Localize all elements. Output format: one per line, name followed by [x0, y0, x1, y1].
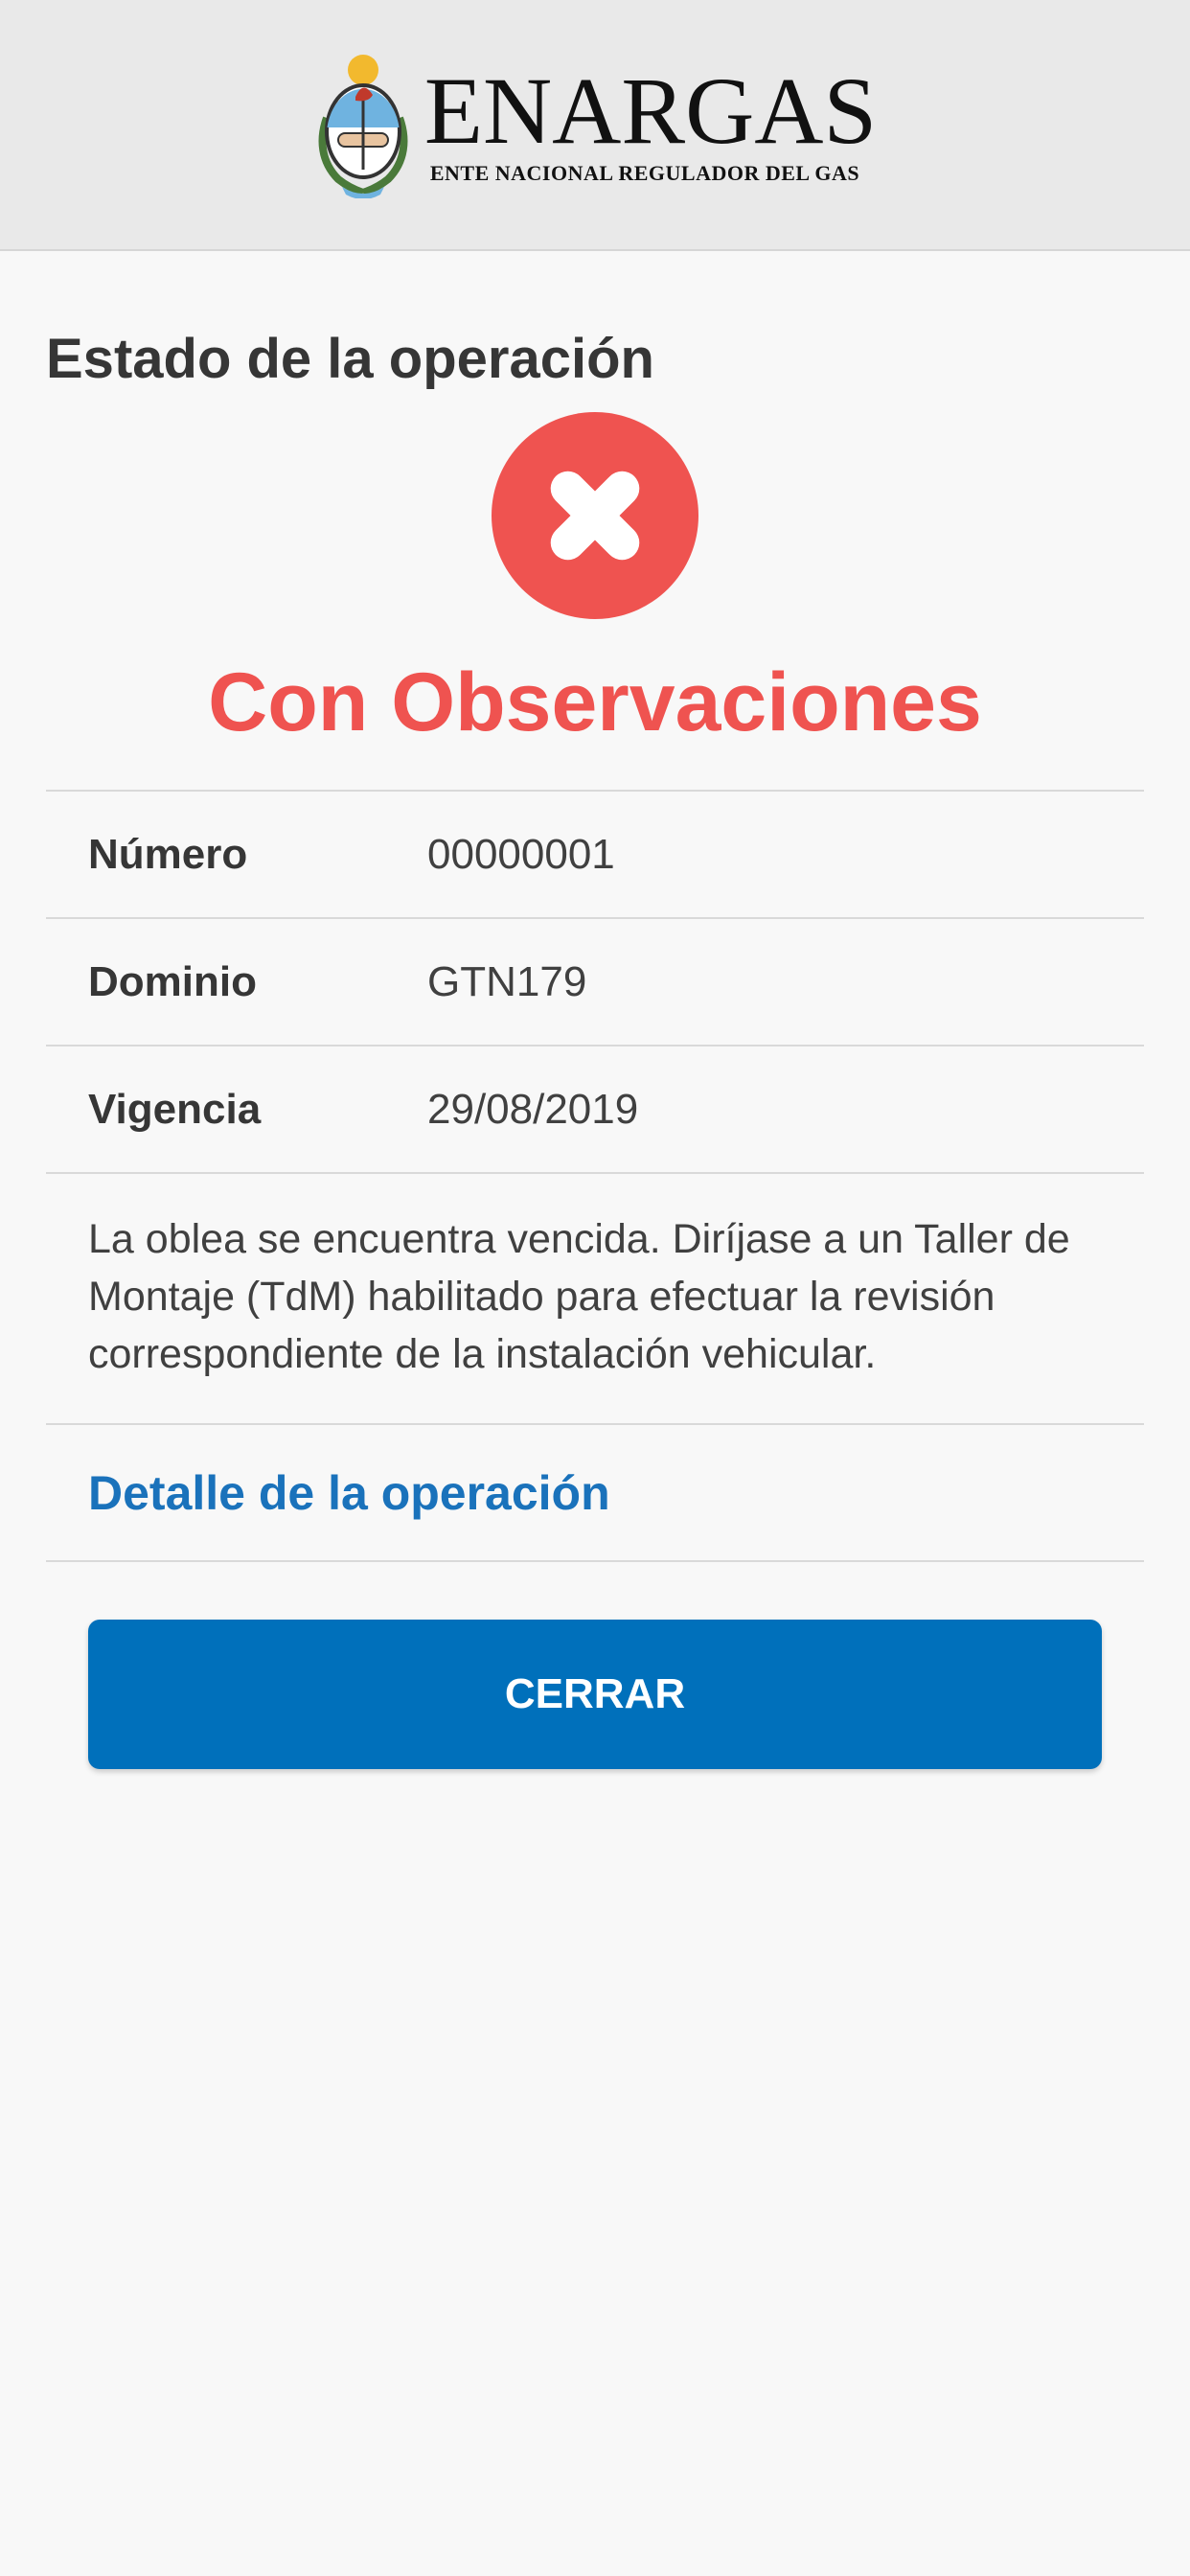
status-text: Con Observaciones: [208, 656, 982, 748]
operation-status-content: Estado de la operación Con Observaciones…: [0, 251, 1190, 1770]
row-dominio: Dominio GTN179: [46, 919, 1144, 1047]
row-label: Número: [88, 830, 248, 878]
row-value: 29/08/2019: [427, 1085, 639, 1133]
row-numero: Número 00000001: [46, 792, 1144, 920]
brand-subtitle: ENTE NACIONAL REGULADOR DEL GAS: [429, 161, 860, 185]
row-value: 00000001: [427, 830, 615, 878]
row-label: Vigencia: [88, 1085, 262, 1133]
error-x-icon: [492, 411, 698, 619]
status-message: La oblea se encuentra vencida. Diríjase …: [46, 1174, 1144, 1426]
row-value: GTN179: [427, 957, 587, 1005]
page-title: Estado de la operación: [46, 328, 654, 390]
row-label: Dominio: [88, 957, 257, 1005]
operation-detail-link[interactable]: Detalle de la operación: [46, 1425, 1144, 1563]
brand-title: ENARGAS: [423, 58, 878, 164]
close-button[interactable]: CERRAR: [88, 1620, 1102, 1770]
row-vigencia: Vigencia 29/08/2019: [46, 1046, 1144, 1175]
argentina-coat-of-arms-icon: [318, 55, 408, 198]
enargas-logo: ENARGAS ENTE NACIONAL REGULADOR DEL GAS: [313, 51, 877, 198]
brand: ENARGAS ENTE NACIONAL REGULADOR DEL GAS: [424, 63, 877, 186]
operation-details-table: Número 00000001 Dominio GTN179 Vigencia …: [46, 790, 1144, 1175]
status-icon-wrap: [46, 411, 1144, 619]
app-header: ENARGAS ENTE NACIONAL REGULADOR DEL GAS: [0, 0, 1190, 251]
